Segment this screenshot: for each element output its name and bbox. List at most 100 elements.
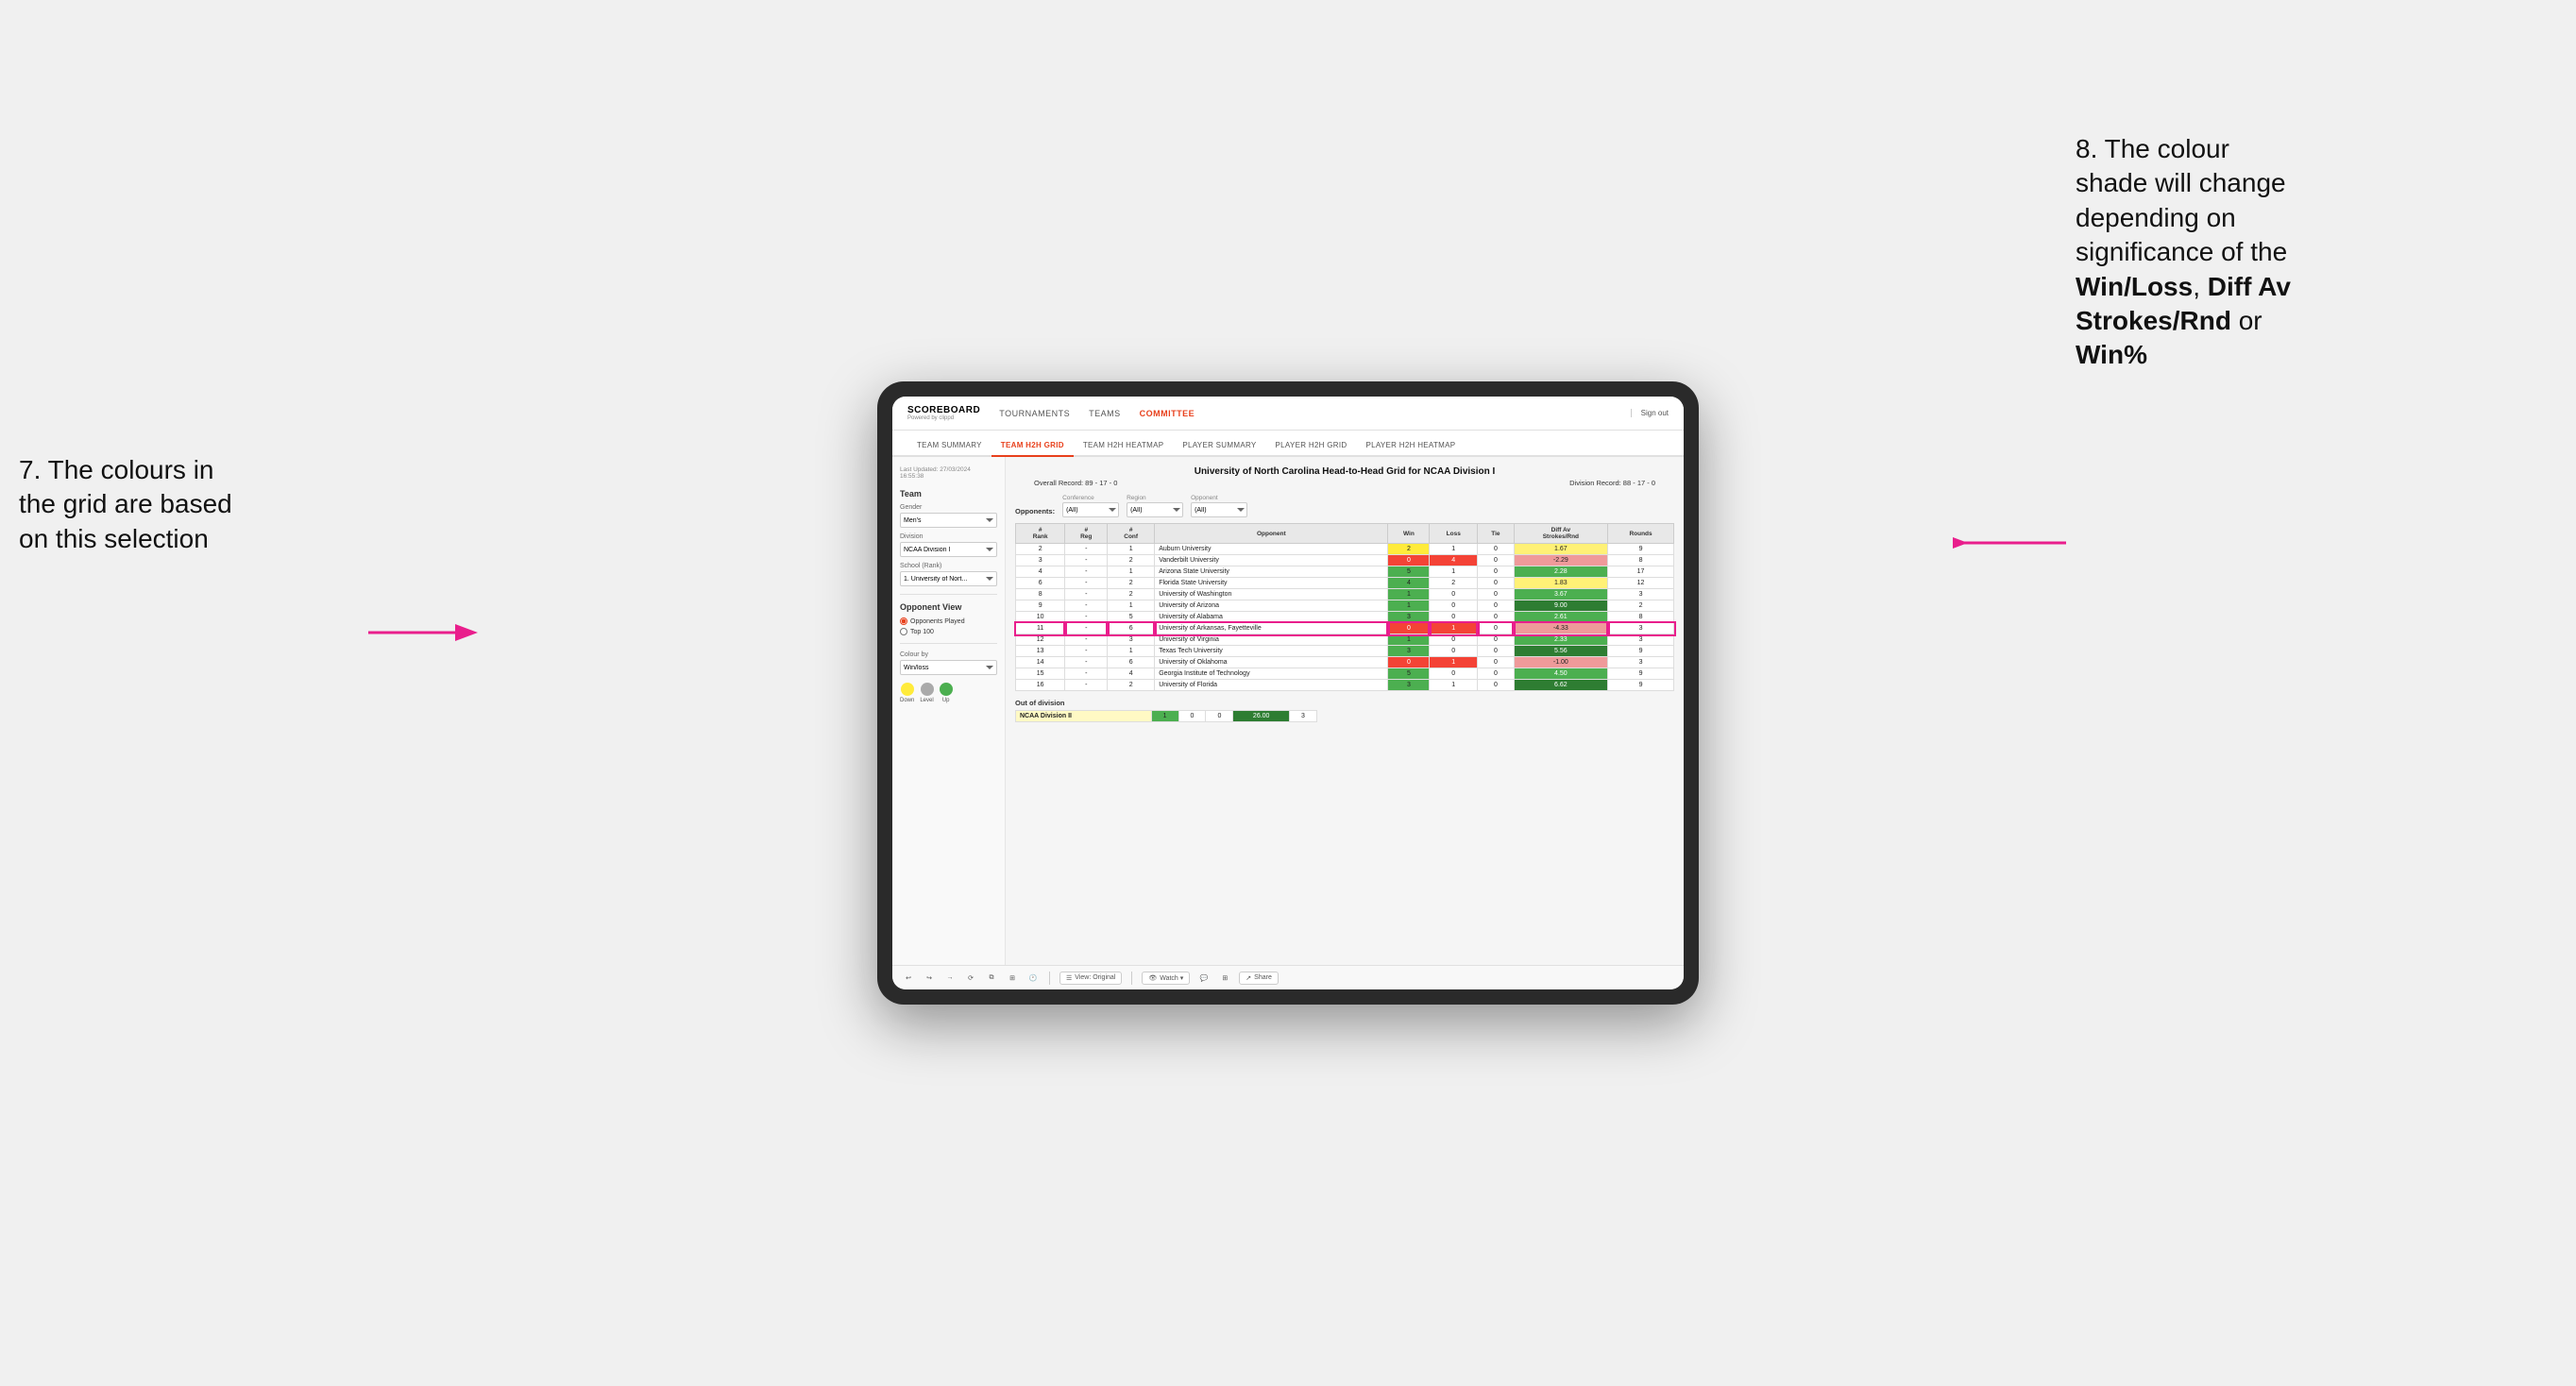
nav-tournaments[interactable]: TOURNAMENTS [999,409,1070,418]
table-cell: - [1065,623,1108,634]
table-cell: 1.67 [1514,544,1607,555]
region-filter: Region (All) [1127,495,1183,517]
table-cell: 1 [1430,680,1478,691]
colour-up-circle [940,683,953,696]
table-cell: -1.00 [1514,657,1607,668]
table-cell: 2 [1388,544,1430,555]
opponent-select[interactable]: (All) [1191,502,1247,517]
crop-icon[interactable]: ⊞ [1006,972,1019,985]
watch-btn[interactable]: 👁 Watch ▾ [1142,972,1190,985]
table-row: 10-5University of Alabama3002.618 [1016,612,1674,623]
table-cell: -2.29 [1514,555,1607,566]
forward-icon[interactable]: → [943,972,957,985]
sidebar-divider2 [900,643,997,644]
table-cell: 1 [1430,623,1478,634]
radio-top100-input[interactable] [900,628,907,635]
share-btn[interactable]: ↗ Share [1239,972,1279,985]
opponent-view-title: Opponent View [900,602,997,612]
table-cell: 5 [1108,612,1155,623]
table-cell: 2.33 [1514,634,1607,646]
bottom-toolbar: ↩ ↪ → ⟳ ⧉ ⊞ 🕐 ☰ View: Original 👁 Watch ▾… [892,965,1684,989]
opponent-filter: Opponent (All) [1191,495,1247,517]
colour-level-label: Level [920,698,933,703]
comment-icon[interactable]: 💬 [1197,972,1211,985]
radio-opponents-played[interactable]: Opponents Played [900,617,997,625]
annotation-right-line3: depending on [2076,203,2236,232]
grid-area: University of North Carolina Head-to-Hea… [1006,457,1684,965]
table-cell: 9 [1608,668,1674,680]
division-select[interactable]: NCAA Division I [900,542,997,557]
nav-committee[interactable]: COMMITTEE [1140,409,1195,418]
gender-select[interactable]: Men's [900,513,997,528]
table-cell: 2 [1608,600,1674,612]
col-opponent: Opponent [1155,524,1388,544]
table-cell: 9 [1608,646,1674,657]
out-of-div-table: NCAA Division II 1 0 0 26.00 3 [1015,710,1317,722]
tab-team-summary[interactable]: TEAM SUMMARY [907,441,991,457]
out-div-label: NCAA Division II [1016,711,1152,722]
table-cell: 3.67 [1514,589,1607,600]
tab-team-h2h-heatmap[interactable]: TEAM H2H HEATMAP [1074,441,1174,457]
share-icon: ↗ [1246,974,1251,982]
sidebar-gender-label: Gender [900,504,997,511]
main-content: Last Updated: 27/03/2024 16:55:38 Team G… [892,457,1684,965]
clock-icon[interactable]: 🕐 [1026,972,1040,985]
table-cell: - [1065,612,1108,623]
refresh-icon[interactable]: ⟳ [964,972,977,985]
table-cell: - [1065,566,1108,578]
colour-up-label: Up [942,698,950,703]
table-cell: University of Arizona [1155,600,1388,612]
table-cell: 11 [1016,623,1065,634]
table-cell: 1 [1388,589,1430,600]
nav-items: TOURNAMENTS TEAMS COMMITTEE [999,409,1630,418]
table-cell: Texas Tech University [1155,646,1388,657]
table-cell: 0 [1478,589,1514,600]
school-select[interactable]: 1. University of Nort... [900,571,997,586]
sub-nav: TEAM SUMMARY TEAM H2H GRID TEAM H2H HEAT… [892,431,1684,457]
radio-top100[interactable]: Top 100 [900,628,997,635]
table-cell: 1 [1108,544,1155,555]
table-row: 2-1Auburn University2101.679 [1016,544,1674,555]
tab-player-h2h-heatmap[interactable]: PLAYER H2H HEATMAP [1356,441,1465,457]
grid-icon[interactable]: ⊞ [1218,972,1231,985]
table-cell: 1 [1388,634,1430,646]
table-cell: - [1065,544,1108,555]
redo-icon[interactable]: ↪ [923,972,936,985]
sidebar-school-label: School (Rank) [900,563,997,569]
colour-down-label: Down [900,698,914,703]
colour-level: Level [920,683,933,703]
table-cell: 0 [1478,623,1514,634]
table-cell: - [1065,657,1108,668]
table-cell: 2.28 [1514,566,1607,578]
conference-select[interactable]: (All) [1062,502,1119,517]
view-original-btn[interactable]: ☰ View: Original [1059,972,1122,985]
table-row: 6-2Florida State University4201.8312 [1016,578,1674,589]
table-cell: 13 [1016,646,1065,657]
tablet-frame: SCOREBOARD Powered by clippd TOURNAMENTS… [877,381,1699,1005]
col-reg: #Reg [1065,524,1108,544]
table-cell: 9 [1608,544,1674,555]
region-select[interactable]: (All) [1127,502,1183,517]
table-cell: 3 [1388,680,1430,691]
eye-icon: 👁 [1148,974,1157,982]
table-body: 2-1Auburn University2101.6793-2Vanderbil… [1016,544,1674,691]
highlighted-table-row: 11-6University of Arkansas, Fayetteville… [1016,623,1674,634]
table-cell: 4 [1388,578,1430,589]
copy-icon[interactable]: ⧉ [985,972,998,985]
region-filter-label: Region [1127,495,1183,501]
tab-team-h2h-grid[interactable]: TEAM H2H GRID [991,441,1074,457]
arrow-right [1953,524,2066,566]
tab-player-summary[interactable]: PLAYER SUMMARY [1173,441,1265,457]
radio-opponents-played-input[interactable] [900,617,907,625]
table-cell: 5 [1388,668,1430,680]
table-cell: 10 [1016,612,1065,623]
table-cell: 1 [1430,566,1478,578]
table-cell: 9.00 [1514,600,1607,612]
sign-out-link[interactable]: Sign out [1631,409,1669,417]
tab-player-h2h-grid[interactable]: PLAYER H2H GRID [1266,441,1357,457]
table-cell: 0 [1388,623,1430,634]
undo-icon[interactable]: ↩ [902,972,915,985]
colour-by-select[interactable]: Win/loss [900,660,997,675]
nav-teams[interactable]: TEAMS [1089,409,1121,418]
opponents-label: Opponents: [1015,507,1055,516]
